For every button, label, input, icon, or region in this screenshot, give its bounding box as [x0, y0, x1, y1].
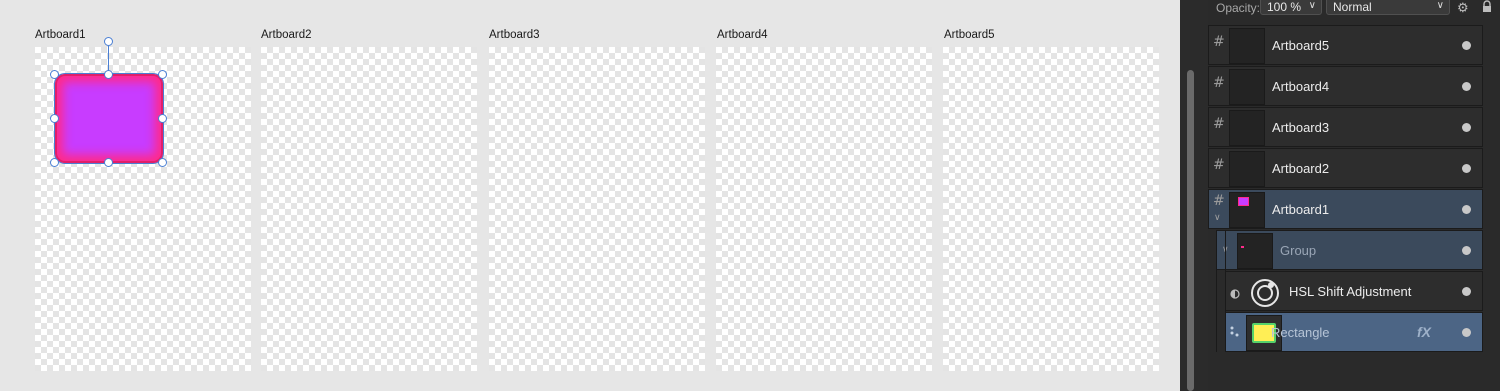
layer-thumbnail — [1229, 192, 1265, 228]
artboard-4-title[interactable]: Artboard4 — [717, 29, 768, 41]
layer-name: Rectangle — [1271, 325, 1330, 340]
group-thumb-shape — [1241, 246, 1244, 248]
artboard-5-title[interactable]: Artboard5 — [944, 29, 995, 41]
layer-name: Artboard1 — [1272, 202, 1330, 217]
resize-handle-top[interactable] — [104, 70, 113, 79]
visibility-toggle[interactable] — [1462, 246, 1471, 255]
artboard-icon: # — [1213, 157, 1225, 173]
layer-thumbnail — [1229, 69, 1265, 105]
layer-name: Artboard5 — [1272, 38, 1330, 53]
visibility-toggle[interactable] — [1462, 328, 1471, 337]
opacity-label: Opacity: — [1216, 1, 1261, 15]
blend-mode-value: Normal — [1333, 0, 1372, 14]
visibility-toggle[interactable] — [1462, 82, 1471, 91]
lock-icon[interactable] — [1482, 0, 1492, 16]
layers-toolbar: Opacity: 100 % ∨ Normal ∨ ⚙ — [1208, 0, 1500, 17]
layer-thumbnail — [1229, 151, 1265, 187]
visibility-toggle[interactable] — [1462, 123, 1471, 132]
layer-name: HSL Shift Adjustment — [1289, 284, 1412, 299]
artboard-5[interactable] — [943, 47, 1159, 371]
layer-row-artboard2[interactable]: # Artboard2 — [1208, 148, 1483, 188]
artboard-4[interactable] — [716, 47, 932, 371]
scrollbar-thumb[interactable] — [1187, 70, 1194, 391]
adjustment-type-icon — [1230, 286, 1240, 304]
resize-handle-top-right[interactable] — [158, 70, 167, 79]
layer-row-artboard1[interactable]: # ∨ Artboard1 — [1208, 189, 1483, 229]
artboard-icon: # — [1213, 116, 1225, 132]
artboard-3[interactable] — [489, 47, 705, 371]
visibility-toggle[interactable] — [1462, 287, 1471, 296]
artboard-1-title[interactable]: Artboard1 — [35, 29, 86, 41]
opacity-dropdown[interactable]: 100 % ∨ — [1260, 0, 1322, 15]
artboard-icon: # — [1213, 34, 1225, 50]
artboard-2-title[interactable]: Artboard2 — [261, 29, 312, 41]
fx-effects-icon[interactable]: fX — [1417, 324, 1431, 340]
visibility-toggle[interactable] — [1462, 205, 1471, 214]
resize-handle-left[interactable] — [50, 114, 59, 123]
expand-chevron-icon[interactable]: ∨ — [1214, 212, 1221, 223]
artboard-icon: # — [1213, 193, 1225, 209]
shape-type-icon — [1229, 325, 1241, 344]
artboard-2[interactable] — [261, 47, 477, 371]
layer-name: Artboard2 — [1272, 161, 1330, 176]
artboard1-thumb-shape — [1238, 197, 1249, 206]
canvas-scrollbar[interactable] — [1180, 0, 1208, 391]
layer-name: Artboard4 — [1272, 79, 1330, 94]
layer-name: Group — [1280, 243, 1317, 258]
layer-row-hsl-shift[interactable]: HSL Shift Adjustment — [1225, 271, 1483, 311]
layer-row-group[interactable]: ∨ Group — [1216, 230, 1483, 270]
layers-panel: Opacity: 100 % ∨ Normal ∨ ⚙ # Artboard5 … — [1208, 0, 1500, 391]
layer-row-artboard4[interactable]: # Artboard4 — [1208, 66, 1483, 106]
blend-mode-dropdown[interactable]: Normal ∨ — [1326, 0, 1450, 15]
resize-handle-bottom-right[interactable] — [158, 158, 167, 167]
layer-row-rectangle[interactable]: Rectangle fX — [1225, 312, 1483, 352]
rectangle-shape[interactable] — [54, 73, 164, 164]
hsl-shift-icon — [1246, 274, 1282, 310]
resize-handle-bottom-left[interactable] — [50, 158, 59, 167]
chevron-down-icon: ∨ — [1308, 0, 1316, 11]
artboard-icon: # — [1213, 75, 1225, 91]
layer-thumbnail — [1229, 28, 1265, 64]
chevron-down-icon: ∨ — [1436, 0, 1444, 11]
opacity-value: 100 % — [1267, 0, 1302, 14]
design-canvas[interactable]: Artboard1 Artboard2 Artboard3 Artboard4 … — [0, 0, 1180, 391]
tree-indent-line — [1216, 230, 1217, 352]
tree-indent-line — [1225, 230, 1226, 352]
visibility-toggle[interactable] — [1462, 164, 1471, 173]
rotation-handle[interactable] — [104, 37, 113, 46]
gear-icon[interactable]: ⚙ — [1457, 0, 1469, 16]
layer-name: Artboard3 — [1272, 120, 1330, 135]
resize-handle-bottom[interactable] — [104, 158, 113, 167]
layer-thumbnail — [1237, 233, 1273, 269]
layer-row-artboard5[interactable]: # Artboard5 — [1208, 25, 1483, 65]
artboard-3-title[interactable]: Artboard3 — [489, 29, 540, 41]
visibility-toggle[interactable] — [1462, 41, 1471, 50]
resize-handle-top-left[interactable] — [50, 70, 59, 79]
layer-row-artboard3[interactable]: # Artboard3 — [1208, 107, 1483, 147]
resize-handle-right[interactable] — [158, 114, 167, 123]
layer-thumbnail — [1229, 110, 1265, 146]
